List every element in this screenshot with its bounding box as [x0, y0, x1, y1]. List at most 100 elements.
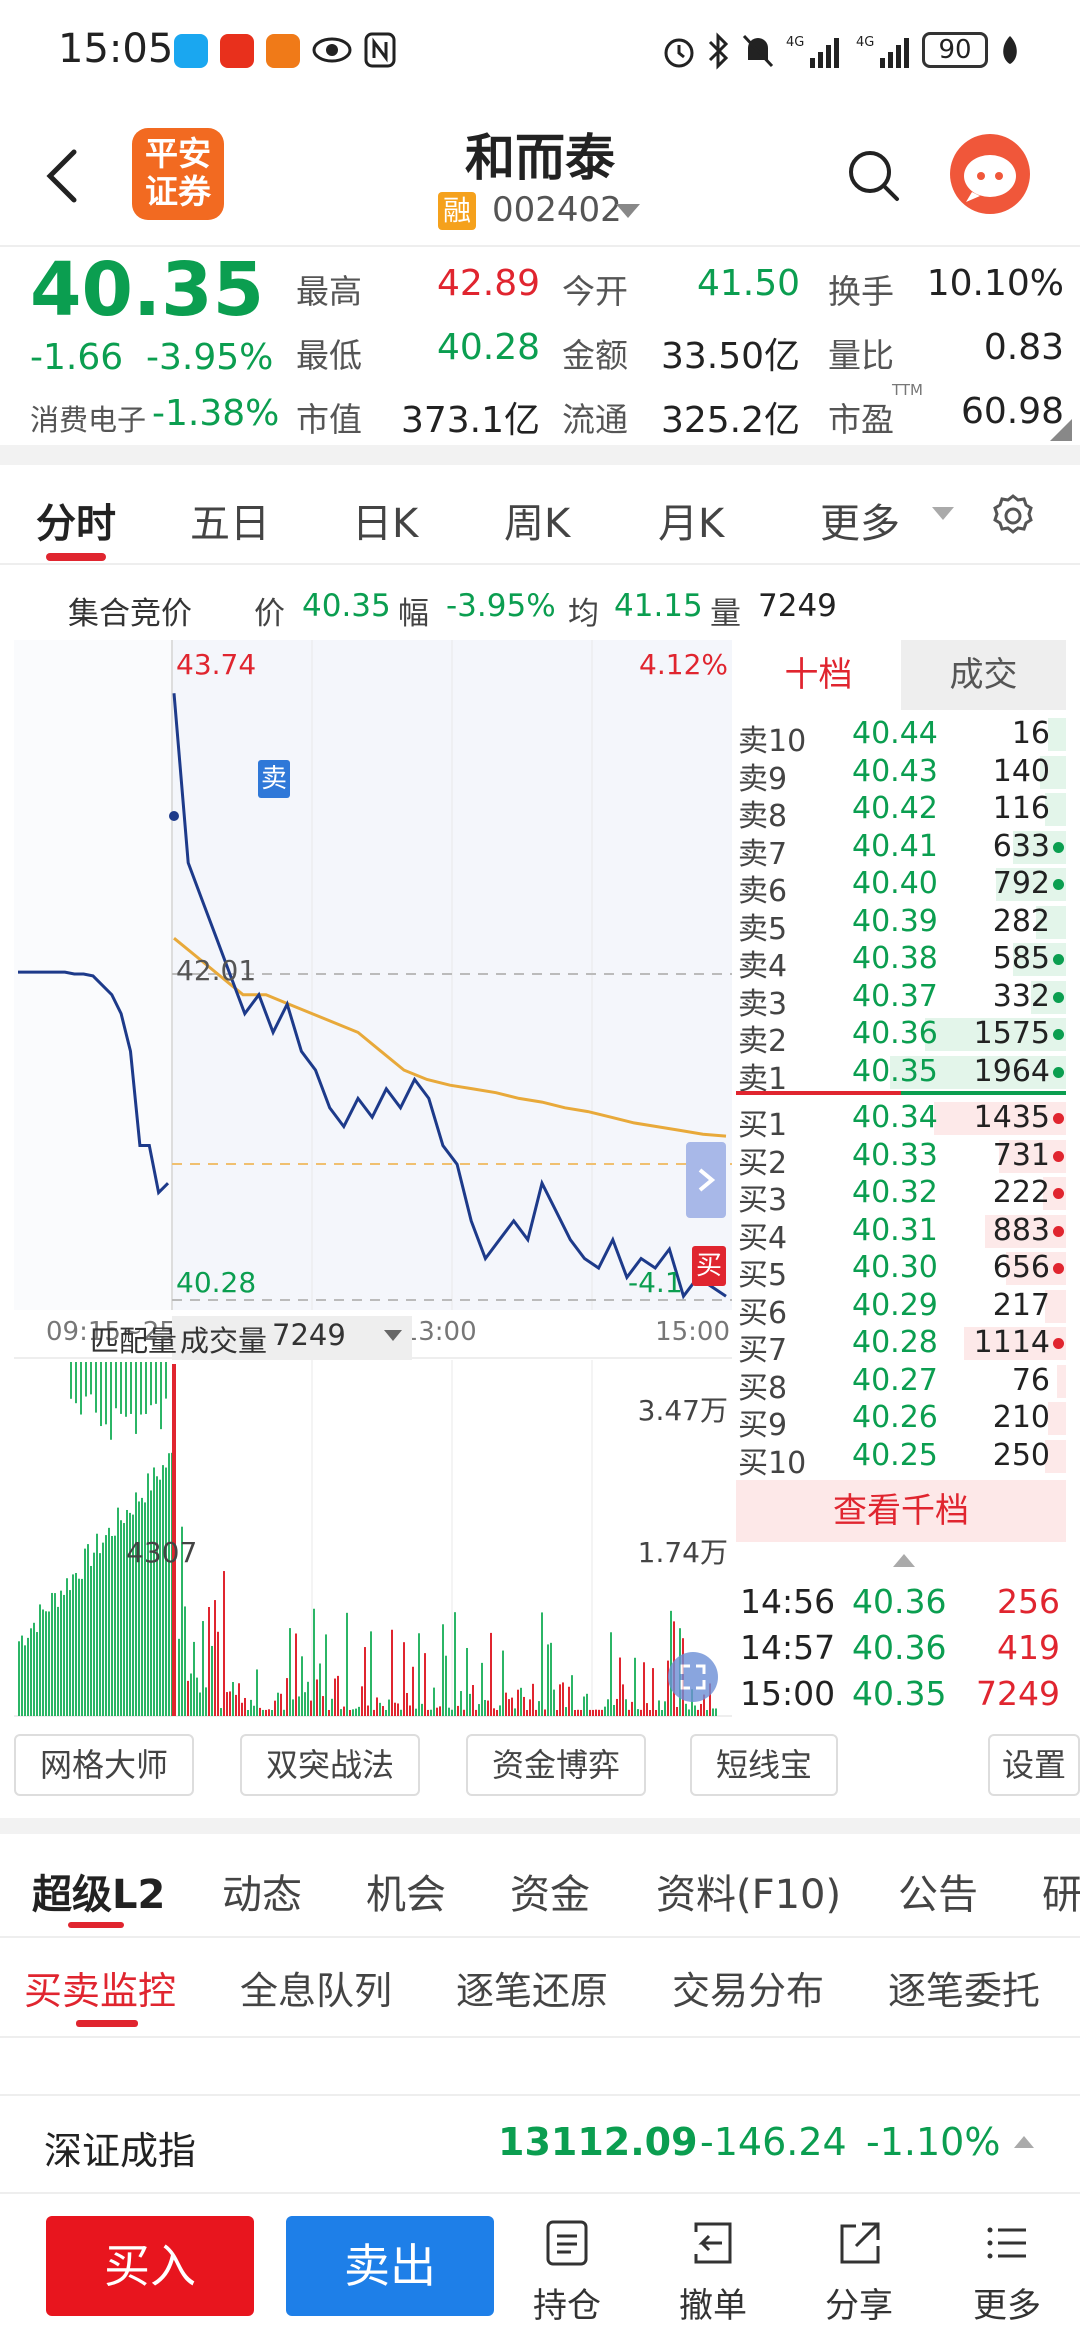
bid-level-row[interactable]: 买8 40.27 76	[736, 1363, 1066, 1406]
intraday-chart-svg[interactable]: 43.744.12%40.28-4.142.0109:15~2509:3011:…	[14, 640, 732, 1720]
short-line-button[interactable]: 短线宝	[690, 1734, 838, 1796]
ask-level-row[interactable]: 卖8 40.42 116	[736, 791, 1066, 834]
share-button[interactable]: 分享	[804, 2218, 914, 2338]
volume-bar	[559, 1684, 561, 1716]
tab-super-l2[interactable]: 超级L2	[32, 1862, 165, 1920]
sector-name[interactable]: 消费电子	[30, 397, 146, 439]
auction-match-bar	[75, 1362, 77, 1404]
settings-button[interactable]: 设置	[988, 1734, 1080, 1796]
chevron-down-icon[interactable]	[616, 204, 640, 218]
bid-level-row[interactable]: 买5 40.30 656	[736, 1250, 1066, 1293]
stock-code[interactable]: 002402	[492, 190, 622, 230]
pct-axis-bottom-label: -4.1	[628, 1266, 683, 1299]
chevron-down-icon[interactable]	[932, 507, 954, 520]
ask-level-row[interactable]: 卖7 40.41 633	[736, 828, 1066, 872]
assistant-avatar[interactable]	[950, 134, 1030, 214]
positions-button[interactable]: 持仓	[512, 2218, 622, 2338]
volume-bar	[295, 1633, 297, 1716]
volume-bar	[340, 1709, 342, 1716]
tab-trades[interactable]: 成交	[901, 640, 1066, 710]
volume-bar	[304, 1692, 306, 1716]
level-label: 买10	[738, 1445, 807, 1481]
volume-type-label: 成交量	[180, 1324, 268, 1358]
tab-capital[interactable]: 资金	[510, 1862, 590, 1920]
bid-level-row[interactable]: 买10 40.25 250	[736, 1438, 1066, 1481]
fullscreen-button[interactable]	[668, 1652, 718, 1702]
auction-volume-bar	[141, 1497, 143, 1716]
intraday-chart[interactable]: 43.744.12%40.28-4.142.0109:15~2509:3011:…	[14, 640, 732, 1720]
level-volume: 282	[992, 903, 1050, 939]
tab-dynamics[interactable]: 动态	[222, 1862, 302, 1920]
grid-master-button[interactable]: 网格大师	[14, 1734, 194, 1796]
app-icon	[266, 34, 300, 68]
bid-level-row[interactable]: 买1 40.34 1435	[736, 1100, 1066, 1143]
prev-close-label: 42.01	[176, 954, 256, 987]
subtab-trade-monitor[interactable]: 买卖监控	[24, 1960, 176, 2015]
bid-level-row[interactable]: 买6 40.29 217	[736, 1288, 1066, 1331]
ask-level-row[interactable]: 卖10 40.44 16	[736, 716, 1066, 759]
sell-marker[interactable]: 卖	[258, 760, 290, 798]
index-ticker-bar[interactable]: 深证成指 13112.09 -146.24 -1.10%	[0, 2094, 1080, 2194]
ask-level-row[interactable]: 卖1 40.35 1964	[736, 1054, 1066, 1097]
tab-f10[interactable]: 资料(F10)	[656, 1862, 841, 1920]
auction-volume-bar	[48, 1611, 50, 1716]
expand-chevron-button[interactable]	[686, 1142, 726, 1218]
more-button[interactable]: 更多	[952, 2218, 1062, 2338]
ask-level-row[interactable]: 卖5 40.39 282	[736, 903, 1066, 947]
view-thousand-levels-button[interactable]: 查看千档	[736, 1480, 1066, 1542]
cancel-order-button[interactable]: 撤单	[658, 2218, 768, 2338]
ask-level-row[interactable]: 卖2 40.36 1575	[736, 1016, 1066, 1059]
capital-game-button[interactable]: 资金博弈	[466, 1734, 646, 1796]
bid-level-row[interactable]: 买7 40.28 1114	[736, 1325, 1066, 1368]
subtab-queue[interactable]: 全息队列	[240, 1960, 392, 2015]
tab-monthly-k[interactable]: 月K	[658, 491, 724, 549]
level-volume: 633	[992, 828, 1050, 864]
ask-level-row[interactable]: 卖6 40.40 792	[736, 866, 1066, 909]
volume-bar	[658, 1700, 660, 1716]
bid-level-row[interactable]: 买4 40.31 883	[736, 1213, 1066, 1256]
buy-marker[interactable]: 买	[692, 1246, 726, 1286]
auction-volume-bar	[30, 1628, 32, 1716]
volume-bar	[355, 1708, 357, 1716]
bid-level-row[interactable]: 买3 40.32 222	[736, 1175, 1066, 1218]
tab-intraday[interactable]: 分时	[36, 491, 116, 549]
tab-weekly-k[interactable]: 周K	[504, 491, 570, 549]
subtab-tick-replay[interactable]: 逐笔还原	[456, 1960, 608, 2015]
tab-research[interactable]: 研	[1042, 1862, 1080, 1920]
subtab-trade-distribution[interactable]: 交易分布	[672, 1960, 824, 2015]
tab-daily-k[interactable]: 日K	[352, 491, 418, 549]
vol-ratio-value: 0.83	[983, 327, 1064, 368]
expand-corner-icon[interactable]	[1050, 419, 1072, 441]
buy-button[interactable]: 买入	[46, 2216, 254, 2316]
fullscreen-icon	[680, 1664, 706, 1690]
ask-level-row[interactable]: 卖3 40.37 332	[736, 978, 1066, 1022]
ask-level-row[interactable]: 卖9 40.43 140	[736, 754, 1066, 797]
level-price: 40.37	[852, 978, 938, 1014]
tab-five-day[interactable]: 五日	[190, 491, 270, 549]
ask-level-row[interactable]: 卖4 40.38 585	[736, 941, 1066, 984]
volume-bar	[652, 1668, 654, 1716]
chevron-right-icon	[698, 1168, 716, 1192]
sell-button[interactable]: 卖出	[286, 2216, 494, 2316]
share-icon	[840, 2222, 880, 2264]
volume-bar	[367, 1705, 369, 1716]
search-icon[interactable]	[846, 148, 902, 204]
index-value: 13112.09	[498, 2120, 698, 2164]
chevron-up-icon[interactable]	[893, 1554, 915, 1567]
gear-icon[interactable]	[990, 493, 1036, 539]
tab-more[interactable]: 更多	[820, 491, 900, 549]
subtab-tick-orders[interactable]: 逐笔委托	[888, 1960, 1040, 2015]
tab-levels[interactable]: 十档	[736, 640, 901, 710]
tab-opportunity[interactable]: 机会	[366, 1862, 446, 1920]
bid-level-row[interactable]: 买9 40.26 210	[736, 1400, 1066, 1443]
double-break-button[interactable]: 双突战法	[240, 1734, 420, 1796]
level-dot-indicator	[1053, 1188, 1064, 1199]
tab-announcements[interactable]: 公告	[898, 1862, 978, 1920]
battery-indicator: 90	[922, 32, 988, 68]
auction-volume-bar	[81, 1578, 83, 1716]
level-price: 40.40	[852, 866, 938, 901]
bid-level-row[interactable]: 买2 40.33 731	[736, 1138, 1066, 1181]
tick-time: 14:56	[740, 1582, 836, 1621]
auction-match-bar	[120, 1362, 122, 1414]
chevron-up-icon[interactable]	[1014, 2136, 1034, 2148]
